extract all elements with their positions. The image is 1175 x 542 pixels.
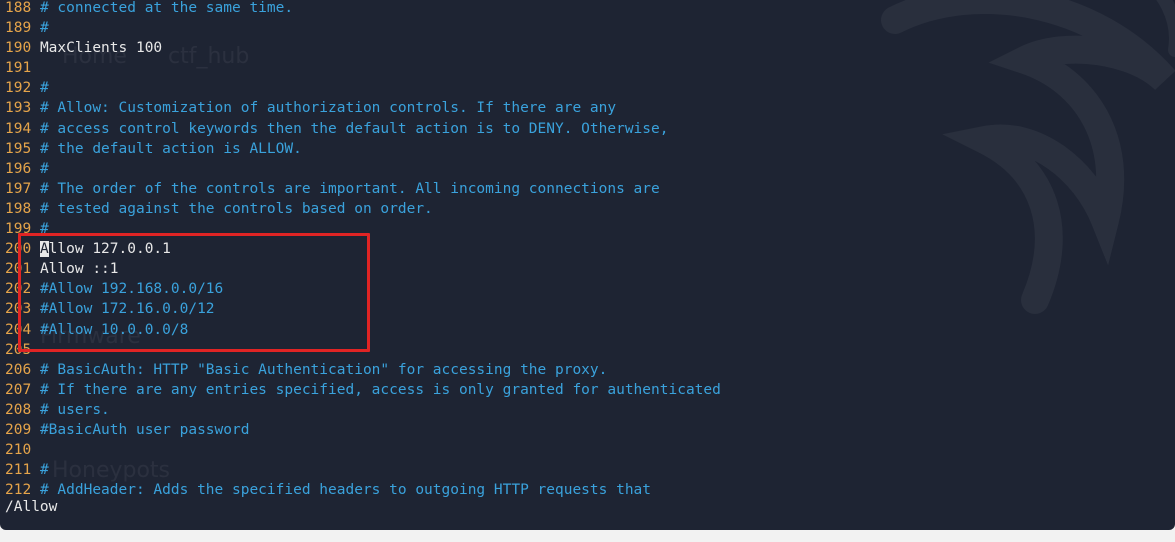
editor-line[interactable]: 206 # BasicAuth: HTTP "Basic Authenticat… bbox=[5, 360, 721, 380]
editor-line[interactable]: 209 #BasicAuth user password bbox=[5, 420, 721, 440]
line-text: # bbox=[39, 462, 49, 479]
editor-buffer[interactable]: 188 # connected at the same time. 189 #19… bbox=[5, 0, 721, 500]
editor-line[interactable]: 196 # bbox=[5, 159, 721, 179]
line-number: 198 bbox=[5, 200, 32, 217]
line-text-rest: llow 127.0.0.1 bbox=[48, 241, 171, 258]
line-text: # users. bbox=[39, 401, 110, 418]
line-number: 201 bbox=[5, 261, 32, 278]
terminal-window[interactable]: Home ctf_hub Firmware Honeypots 188 # co… bbox=[0, 0, 1175, 530]
line-number: 189 bbox=[5, 20, 32, 37]
line-text: # bbox=[39, 160, 49, 177]
line-number: 202 bbox=[5, 281, 32, 298]
line-number: 204 bbox=[5, 321, 32, 338]
editor-line[interactable]: 197 # The order of the controls are impo… bbox=[5, 179, 721, 199]
search-command-line[interactable]: /Allow bbox=[5, 499, 57, 515]
line-text: # bbox=[39, 80, 49, 97]
editor-line[interactable]: 201 Allow ::1 bbox=[5, 259, 721, 279]
line-number: 192 bbox=[5, 80, 32, 97]
line-number: 194 bbox=[5, 120, 32, 137]
line-text: # BasicAuth: HTTP "Basic Authentication"… bbox=[39, 361, 608, 378]
editor-line[interactable]: 200 Allow 127.0.0.1 bbox=[5, 239, 721, 259]
line-number: 199 bbox=[5, 221, 32, 238]
line-text: # access control keywords then the defau… bbox=[39, 120, 669, 137]
editor-line[interactable]: 191 bbox=[5, 58, 721, 78]
line-text: # Allow: Customization of authorization … bbox=[39, 100, 617, 117]
editor-line[interactable]: 211 # bbox=[5, 460, 721, 480]
text-cursor: A bbox=[39, 241, 49, 258]
line-text: #BasicAuth user password bbox=[39, 421, 250, 438]
line-number: 193 bbox=[5, 100, 32, 117]
line-number: 197 bbox=[5, 180, 32, 197]
line-text: MaxClients 100 bbox=[39, 40, 163, 57]
editor-line[interactable]: 189 # bbox=[5, 18, 721, 38]
line-text: # tested against the controls based on o… bbox=[39, 200, 433, 217]
editor-line[interactable]: 210 bbox=[5, 440, 721, 460]
editor-line[interactable]: 198 # tested against the controls based … bbox=[5, 199, 721, 219]
editor-line[interactable]: 199 # bbox=[5, 219, 721, 239]
line-number: 205 bbox=[5, 341, 32, 358]
line-number: 203 bbox=[5, 301, 32, 318]
line-number: 191 bbox=[5, 60, 32, 77]
line-text: #Allow 172.16.0.0/12 bbox=[39, 301, 215, 318]
line-text: Allow ::1 bbox=[39, 261, 119, 278]
editor-line[interactable]: 205 bbox=[5, 340, 721, 360]
line-text: # AddHeader: Adds the specified headers … bbox=[39, 482, 652, 499]
editor-line[interactable]: 195 # the default action is ALLOW. bbox=[5, 139, 721, 159]
line-number: 195 bbox=[5, 140, 32, 157]
line-text: #Allow 192.168.0.0/16 bbox=[39, 281, 224, 298]
line-text: # If there are any entries specified, ac… bbox=[39, 381, 721, 398]
editor-line[interactable]: 193 # Allow: Customization of authorizat… bbox=[5, 98, 721, 118]
line-number: 211 bbox=[5, 462, 32, 479]
line-number: 207 bbox=[5, 381, 32, 398]
kali-dragon-watermark bbox=[881, 0, 1175, 314]
line-number: 196 bbox=[5, 160, 32, 177]
line-number: 208 bbox=[5, 401, 32, 418]
line-number: 190 bbox=[5, 40, 32, 57]
line-text: #Allow 10.0.0.0/8 bbox=[39, 321, 189, 338]
editor-line[interactable]: 202 #Allow 192.168.0.0/16 bbox=[5, 279, 721, 299]
line-text: # the default action is ALLOW. bbox=[39, 140, 302, 157]
line-text: # The order of the controls are importan… bbox=[39, 180, 660, 197]
line-number: 206 bbox=[5, 361, 32, 378]
editor-line[interactable]: 212 # AddHeader: Adds the specified head… bbox=[5, 480, 721, 500]
editor-line[interactable]: 192 # bbox=[5, 78, 721, 98]
line-number: 209 bbox=[5, 421, 32, 438]
editor-line[interactable]: 194 # access control keywords then the d… bbox=[5, 119, 721, 139]
editor-line[interactable]: 190 MaxClients 100 bbox=[5, 38, 721, 58]
editor-line[interactable]: 208 # users. bbox=[5, 400, 721, 420]
line-text: Allow 127.0.0.1 bbox=[39, 241, 171, 258]
line-text: # bbox=[39, 221, 49, 238]
editor-line[interactable]: 203 #Allow 172.16.0.0/12 bbox=[5, 299, 721, 319]
line-text: # connected at the same time. bbox=[39, 0, 294, 16]
editor-line[interactable]: 188 # connected at the same time. bbox=[5, 0, 721, 18]
line-number: 188 bbox=[5, 0, 32, 16]
line-number: 212 bbox=[5, 482, 32, 499]
editor-line[interactable]: 207 # If there are any entries specified… bbox=[5, 380, 721, 400]
line-number: 210 bbox=[5, 442, 32, 459]
editor-line[interactable]: 204 #Allow 10.0.0.0/8 bbox=[5, 320, 721, 340]
line-text: # bbox=[39, 20, 49, 37]
line-number: 200 bbox=[5, 241, 32, 258]
